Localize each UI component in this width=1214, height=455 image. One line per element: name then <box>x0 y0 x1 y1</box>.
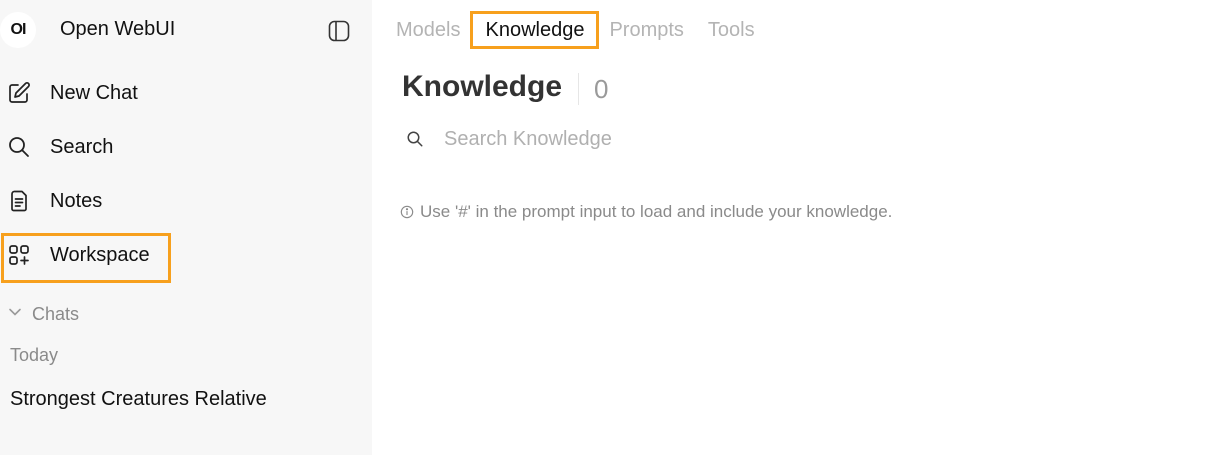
chats-label: Chats <box>32 303 80 324</box>
brand: OI Open WebUI <box>0 10 372 48</box>
search-input[interactable] <box>444 127 1044 151</box>
new-chat-button[interactable]: New Chat <box>0 70 372 116</box>
knowledge-hint: Use '#' in the prompt input to load and … <box>400 202 892 222</box>
search-icon <box>404 128 426 150</box>
search-button[interactable]: Search <box>0 124 372 170</box>
tab-tools[interactable]: Tools <box>708 19 755 42</box>
title-divider <box>578 73 579 105</box>
new-chat-label: New Chat <box>50 81 138 104</box>
page-title: Knowledge <box>402 70 563 103</box>
notes-button[interactable]: Notes <box>0 178 372 224</box>
sidebar: OI Open WebUI New Chat Search Notes Work… <box>0 0 372 455</box>
today-label: Today <box>10 345 59 365</box>
tab-knowledge-highlight: Knowledge <box>470 11 600 49</box>
tab-models[interactable]: Models <box>396 19 460 42</box>
knowledge-count: 0 <box>594 74 609 104</box>
hint-text: Use '#' in the prompt input to load and … <box>420 202 893 221</box>
sidebar-toggle-icon[interactable] <box>326 18 352 44</box>
brand-logo[interactable]: OI <box>0 12 36 48</box>
tab-knowledge[interactable]: Knowledge <box>485 19 584 42</box>
pencil-square-icon <box>6 80 32 106</box>
notes-icon <box>6 188 32 214</box>
app: OI Open WebUI New Chat Search Notes Work… <box>0 0 1214 455</box>
workspace-tabs: Models Knowledge Prompts Tools <box>396 11 779 49</box>
info-icon <box>400 205 414 219</box>
workspace-button[interactable]: Workspace <box>0 232 372 278</box>
chevron-down-icon <box>8 305 22 324</box>
tab-prompts[interactable]: Prompts <box>609 19 683 42</box>
chat-item[interactable]: Strongest Creatures Relative <box>10 388 267 411</box>
main-content: Models Knowledge Prompts Tools Knowledge… <box>372 0 1214 455</box>
search-icon <box>6 134 32 160</box>
brand-name[interactable]: Open WebUI <box>60 18 175 41</box>
search-label: Search <box>50 135 114 158</box>
grid-plus-icon <box>6 242 32 268</box>
notes-label: Notes <box>50 189 103 212</box>
knowledge-search <box>404 124 1164 154</box>
workspace-label: Workspace <box>50 243 150 266</box>
chats-section-toggle[interactable]: Chats <box>8 302 79 326</box>
